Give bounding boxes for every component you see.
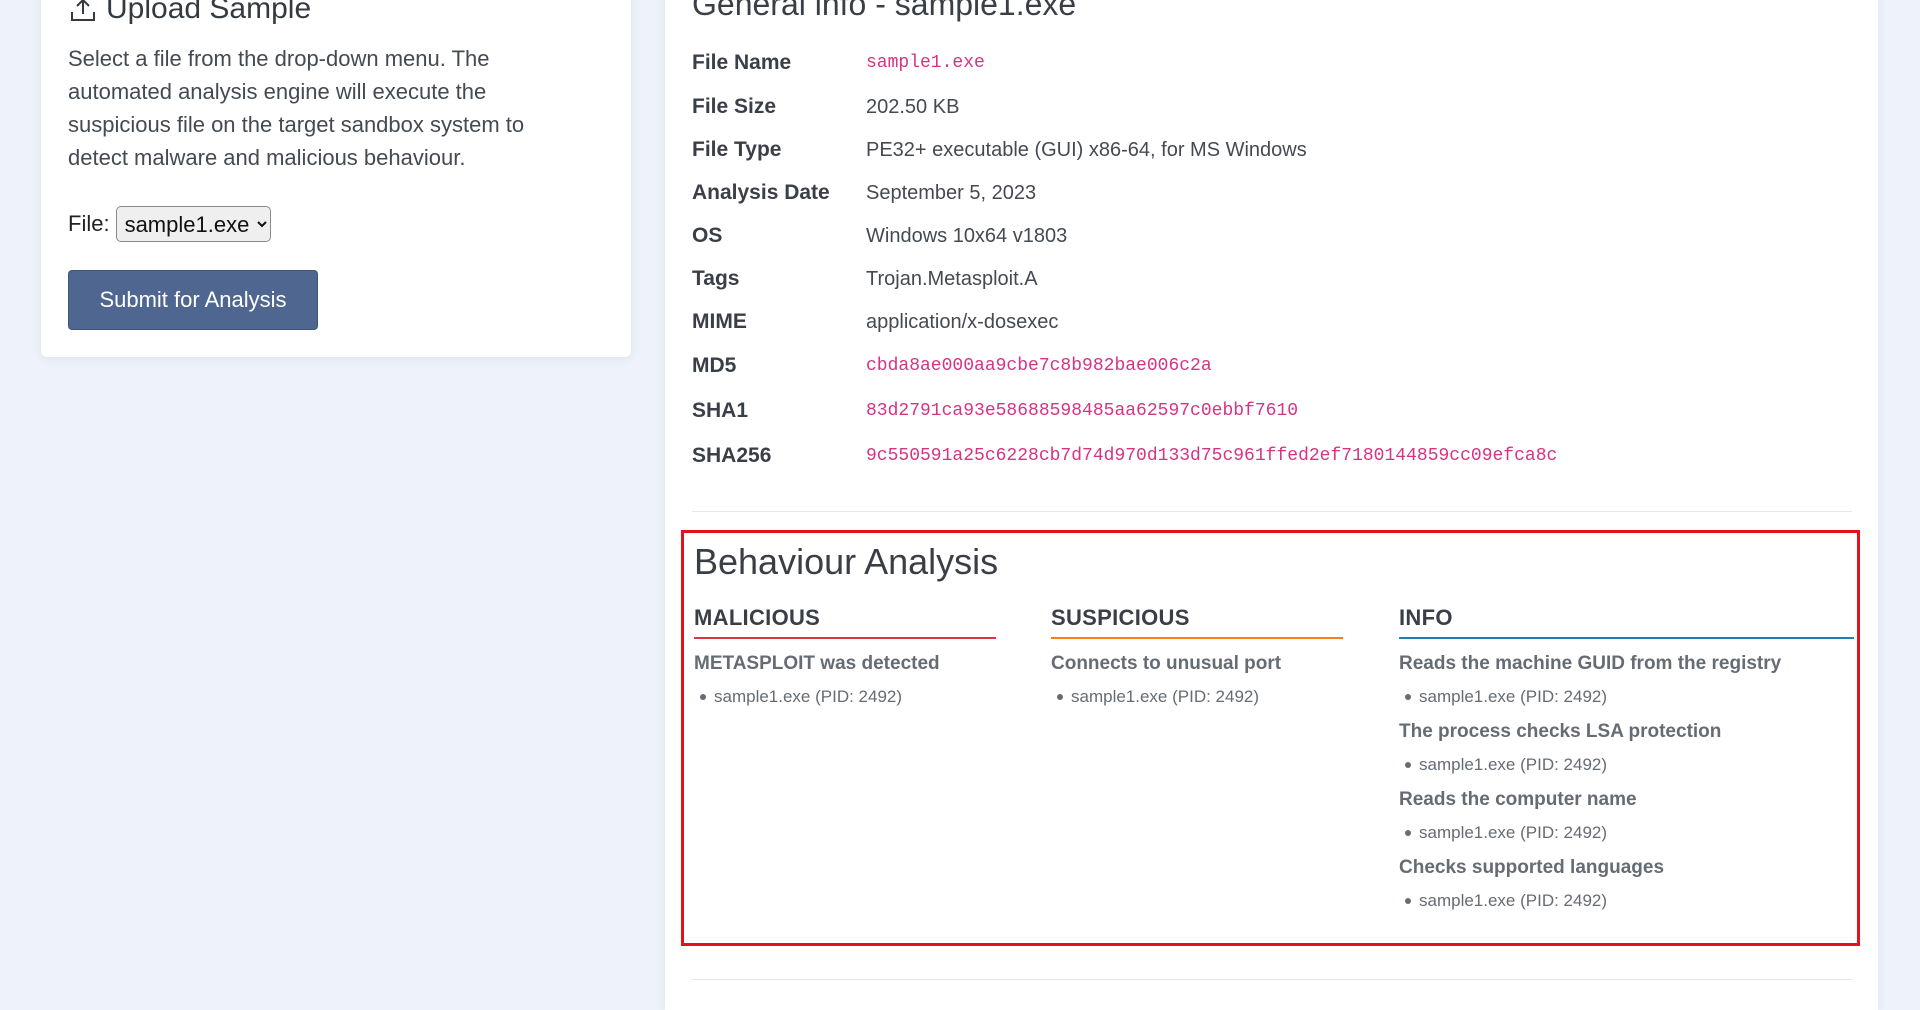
behaviour-item-title: Connects to unusual port bbox=[1051, 653, 1282, 674]
bullet-icon bbox=[700, 694, 706, 700]
process-label: sample1.exe (PID: 2492) bbox=[1419, 755, 1608, 774]
upload-title-text: Upload Sample bbox=[106, 0, 312, 25]
malicious-heading: MALICIOUS bbox=[694, 605, 996, 639]
process-label: sample1.exe (PID: 2492) bbox=[714, 687, 903, 706]
behaviour-item-process: sample1.exe (PID: 2492) bbox=[1399, 687, 1854, 707]
info-row-tags: Tags Trojan.Metasploit.A bbox=[692, 264, 1038, 294]
info-value: 9c550591a25c6228cb7d74d970d133d75c961ffe… bbox=[866, 446, 1558, 466]
info-value: application/x-dosexec bbox=[866, 310, 1059, 333]
info-row-file-name: File Name sample1.exe bbox=[692, 48, 985, 78]
bullet-icon bbox=[1405, 898, 1411, 904]
info-value: September 5, 2023 bbox=[866, 181, 1037, 204]
info-value: Trojan.Metasploit.A bbox=[866, 267, 1038, 290]
list-item: Reads the machine GUID from the registry… bbox=[1399, 653, 1854, 707]
info-key: File Size bbox=[692, 95, 777, 118]
process-label: sample1.exe (PID: 2492) bbox=[1419, 823, 1608, 842]
process-label: sample1.exe (PID: 2492) bbox=[1419, 687, 1608, 706]
behaviour-item-process: sample1.exe (PID: 2492) bbox=[1399, 891, 1854, 911]
behaviour-item-process: sample1.exe (PID: 2492) bbox=[1399, 755, 1854, 775]
upload-description: Select a file from the drop-down menu. T… bbox=[68, 46, 525, 170]
info-row-mime: MIME application/x-dosexec bbox=[692, 307, 1058, 337]
info-key: Tags bbox=[692, 267, 740, 290]
list-item: Connects to unusual port sample1.exe (PI… bbox=[1051, 653, 1343, 707]
info-key: MIME bbox=[692, 310, 747, 333]
behaviour-item-process: sample1.exe (PID: 2492) bbox=[1399, 823, 1854, 843]
behaviour-item-process: sample1.exe (PID: 2492) bbox=[1051, 687, 1343, 707]
info-row-analysis-date: Analysis Date September 5, 2023 bbox=[692, 178, 1036, 208]
list-item: Checks supported languages sample1.exe (… bbox=[1399, 857, 1854, 911]
info-value: 83d2791ca93e58688598485aa62597c0ebbf7610 bbox=[866, 401, 1299, 421]
info-key: MD5 bbox=[692, 354, 737, 377]
behaviour-item-title: Reads the computer name bbox=[1399, 789, 1637, 810]
behaviour-title: Behaviour Analysis bbox=[694, 541, 999, 582]
upload-card: Upload Sample Select a file from the dro… bbox=[41, 0, 631, 357]
section-divider bbox=[692, 979, 1852, 980]
info-row-file-size: File Size 202.50 KB bbox=[692, 92, 959, 122]
bullet-icon bbox=[1057, 694, 1063, 700]
general-info-title: General info - sample1.exe bbox=[692, 0, 1077, 22]
behaviour-item-title: Reads the machine GUID from the registry bbox=[1399, 653, 1782, 674]
behaviour-analysis-section: Behaviour Analysis MALICIOUS METASPLOIT … bbox=[681, 530, 1860, 946]
info-key: File Type bbox=[692, 138, 782, 161]
bullet-icon bbox=[1405, 694, 1411, 700]
info-key: Analysis Date bbox=[692, 181, 830, 204]
info-key: File Name bbox=[692, 51, 792, 74]
list-item: The process checks LSA protection sample… bbox=[1399, 721, 1854, 775]
bullet-icon bbox=[1405, 762, 1411, 768]
info-value: 202.50 KB bbox=[866, 95, 960, 118]
list-item: Reads the computer name sample1.exe (PID… bbox=[1399, 789, 1854, 843]
bullet-icon bbox=[1405, 830, 1411, 836]
info-key: SHA256 bbox=[692, 444, 772, 467]
info-value: Windows 10x64 v1803 bbox=[866, 224, 1068, 247]
info-heading: INFO bbox=[1399, 605, 1854, 639]
suspicious-column: SUSPICIOUS Connects to unusual port samp… bbox=[1051, 605, 1343, 715]
section-divider bbox=[692, 511, 1852, 512]
info-row-os: OS Windows 10x64 v1803 bbox=[692, 221, 1067, 251]
process-label: sample1.exe (PID: 2492) bbox=[1419, 891, 1608, 910]
file-label: File: bbox=[68, 211, 110, 236]
upload-title: Upload Sample bbox=[68, 0, 311, 26]
behaviour-item-process: sample1.exe (PID: 2492) bbox=[694, 687, 996, 707]
behaviour-item-title: Checks supported languages bbox=[1399, 857, 1665, 878]
process-label: sample1.exe (PID: 2492) bbox=[1071, 687, 1260, 706]
info-key: SHA1 bbox=[692, 399, 749, 422]
submit-analysis-button[interactable]: Submit for Analysis bbox=[68, 270, 318, 330]
info-row-sha256: SHA256 9c550591a25c6228cb7d74d970d133d75… bbox=[692, 441, 1557, 471]
info-row-sha1: SHA1 83d2791ca93e58688598485aa62597c0ebb… bbox=[692, 396, 1298, 426]
behaviour-item-title: The process checks LSA protection bbox=[1399, 721, 1722, 742]
malicious-column: MALICIOUS METASPLOIT was detected sample… bbox=[694, 605, 996, 715]
info-value: PE32+ executable (GUI) x86-64, for MS Wi… bbox=[866, 138, 1307, 161]
info-column: INFO Reads the machine GUID from the reg… bbox=[1399, 605, 1854, 919]
info-row-md5: MD5 cbda8ae000aa9cbe7c8b982bae006c2a bbox=[692, 351, 1212, 381]
info-row-file-type: File Type PE32+ executable (GUI) x86-64,… bbox=[692, 135, 1307, 165]
info-key: OS bbox=[692, 224, 723, 247]
list-item: METASPLOIT was detected sample1.exe (PID… bbox=[694, 653, 996, 707]
info-value: cbda8ae000aa9cbe7c8b982bae006c2a bbox=[866, 356, 1212, 376]
file-select[interactable]: sample1.exe bbox=[115, 206, 271, 242]
suspicious-heading: SUSPICIOUS bbox=[1051, 605, 1343, 639]
upload-icon bbox=[71, 0, 95, 21]
behaviour-item-title: METASPLOIT was detected bbox=[694, 653, 940, 674]
file-row: File: sample1.exe bbox=[68, 206, 271, 242]
info-value: sample1.exe bbox=[866, 53, 985, 73]
